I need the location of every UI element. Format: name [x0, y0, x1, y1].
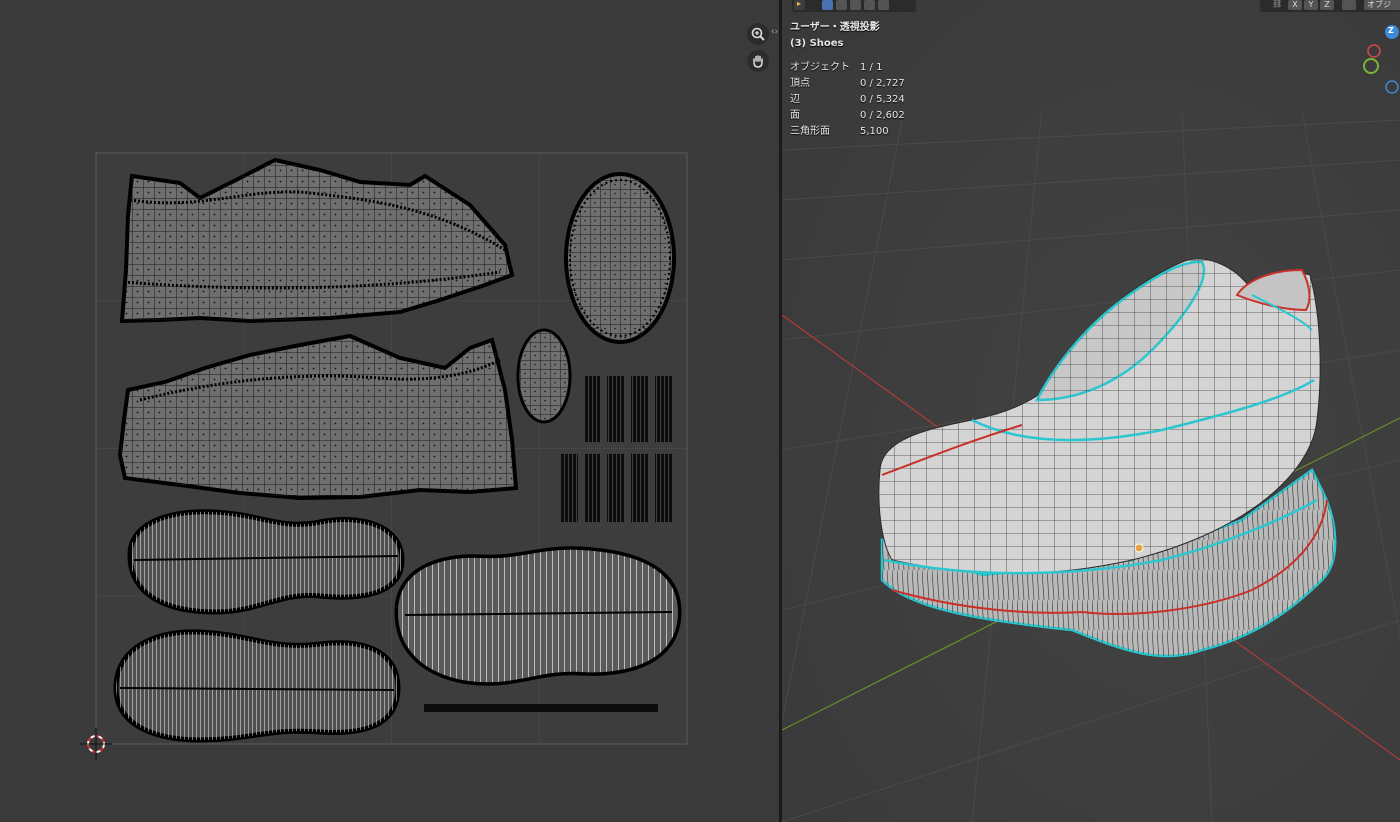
uv-canvas[interactable]: [0, 0, 779, 822]
tool-header: ▸: [792, 0, 916, 12]
viewport-stats-overlay: ユーザー・透視投影 (3) Shoes オブジェクト 1 / 1 頂点 0 / 2,…: [790, 20, 905, 140]
pan-button[interactable]: [747, 50, 769, 72]
stat-row-objects: オブジェクト 1 / 1: [790, 62, 883, 73]
select-intersect-button[interactable]: [878, 0, 889, 10]
select-box-button[interactable]: [822, 0, 833, 10]
zoom-button[interactable]: [747, 23, 769, 45]
uv-editor[interactable]: [0, 0, 779, 822]
mirror-icon: ⛓: [1272, 0, 1283, 8]
axis-x-button[interactable]: X: [1288, 0, 1302, 10]
stat-row-edges: 辺0 / 5,324: [790, 94, 905, 105]
axis-z-button[interactable]: Z: [1320, 0, 1334, 10]
area-split-arrows[interactable]: ‹›: [771, 27, 778, 37]
snap-button[interactable]: [1342, 0, 1356, 10]
select-subtract-button[interactable]: [850, 0, 861, 10]
mode-dropdown[interactable]: オブジ: [1364, 0, 1400, 10]
zoom-in-icon: [751, 27, 765, 41]
hand-icon: [753, 55, 763, 68]
uv-island-strip[interactable]: [424, 704, 658, 712]
axis-header: ⛓ X Y Z オブジ: [1260, 0, 1400, 12]
select-tool-button[interactable]: ▸: [794, 0, 805, 10]
3d-viewport[interactable]: Z ▸ ⛓ X Y Z オブジ ユーザー・透視投影 (3) Shoes オブジェ…: [782, 0, 1400, 822]
axis-y-button[interactable]: Y: [1304, 0, 1318, 10]
stat-row-vertices: 頂点 0 / 2,727: [790, 78, 905, 89]
cursor-icon: ▸: [797, 0, 802, 8]
gizmo-z-label: Z: [1388, 26, 1394, 35]
collection-name: (3) Shoes: [790, 38, 844, 49]
stat-row-triangles: 三角形面 5,100: [790, 126, 889, 137]
stat-row-faces: 面0 / 2,602: [790, 110, 905, 121]
view-name: ユーザー・透視投影: [790, 22, 880, 33]
select-extend-button[interactable]: [836, 0, 847, 10]
select-invert-button[interactable]: [864, 0, 875, 10]
